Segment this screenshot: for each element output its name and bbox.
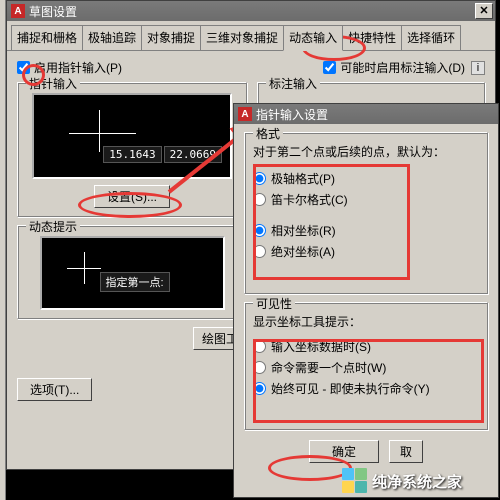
tab-3d-object-snap[interactable]: 三维对象捕捉 bbox=[200, 25, 284, 50]
close-icon[interactable]: ✕ bbox=[475, 3, 493, 19]
titlebar-main: A 草图设置 ✕ bbox=[7, 1, 495, 21]
info-icon[interactable]: i bbox=[471, 61, 485, 75]
watermark-text: 纯净系统之家 bbox=[372, 471, 462, 492]
radio-always[interactable]: 始终可见 - 即使未执行命令(Y) bbox=[253, 380, 479, 397]
ok-button[interactable]: 确定 bbox=[309, 440, 379, 463]
coord-y: 22.0669 bbox=[164, 146, 222, 163]
visibility-group: 可见性 显示坐标工具提示： 输入坐标数据时(S) 命令需要一个点时(W) 始终可… bbox=[244, 302, 488, 430]
app-icon: A bbox=[11, 4, 25, 18]
pointer-input-legend: 指针输入 bbox=[26, 75, 80, 92]
tab-snap-grid[interactable]: 捕捉和栅格 bbox=[11, 25, 83, 50]
pointer-input-settings-button[interactable]: 设置(S)... bbox=[94, 185, 170, 208]
tab-polar-tracking[interactable]: 极轴追踪 bbox=[82, 25, 142, 50]
dim-input-legend: 标注输入 bbox=[266, 75, 320, 92]
radio-cartesian[interactable]: 笛卡尔格式(C) bbox=[253, 191, 479, 208]
app-icon: A bbox=[238, 107, 252, 121]
radio-polar[interactable]: 极轴格式(P) bbox=[253, 170, 479, 187]
pointer-settings-pane: 格式 对于第二个点或后续的点，默认为： 极轴格式(P) 笛卡尔格式(C) 相对坐… bbox=[234, 124, 498, 473]
tab-selection-cycling[interactable]: 选择循环 bbox=[401, 25, 461, 50]
options-button[interactable]: 选项(T)... bbox=[17, 378, 92, 401]
pointer-input-group: 指针输入 15.1643 22.0669 设置(S)... bbox=[17, 82, 247, 217]
pointer-input-settings-dialog: A 指针输入设置 格式 对于第二个点或后续的点，默认为： 极轴格式(P) 笛卡尔… bbox=[233, 103, 499, 498]
watermark: 纯净系统之家 bbox=[342, 468, 462, 494]
enable-dim-input-check[interactable]: 可能时启用标注输入(D) i bbox=[323, 59, 485, 76]
enable-pointer-input-label: 启用指针输入(P) bbox=[34, 59, 122, 76]
radio-on-data[interactable]: 输入坐标数据时(S) bbox=[253, 338, 479, 355]
radio-absolute[interactable]: 绝对坐标(A) bbox=[253, 243, 479, 260]
enable-pointer-input-check[interactable]: 启用指针输入(P) bbox=[17, 59, 122, 76]
tab-object-snap[interactable]: 对象捕捉 bbox=[141, 25, 201, 50]
tabstrip: 捕捉和栅格 极轴追踪 对象捕捉 三维对象捕捉 动态输入 快捷特性 选择循环 bbox=[7, 21, 495, 51]
visibility-caption: 显示坐标工具提示： bbox=[253, 313, 479, 330]
sub-window-title: 指针输入设置 bbox=[256, 106, 496, 123]
radio-relative[interactable]: 相对坐标(R) bbox=[253, 222, 479, 239]
dynamic-prompt-preview: 指定第一点: bbox=[40, 236, 225, 310]
enable-dim-input-label: 可能时启用标注输入(D) bbox=[340, 59, 465, 76]
tab-dynamic-input[interactable]: 动态输入 bbox=[283, 25, 343, 51]
tab-quick-properties[interactable]: 快捷特性 bbox=[342, 25, 402, 50]
enable-pointer-input-checkbox[interactable] bbox=[17, 61, 30, 74]
titlebar-sub: A 指针输入设置 bbox=[234, 104, 498, 124]
window-title: 草图设置 bbox=[29, 3, 475, 20]
cancel-button[interactable]: 取 bbox=[389, 440, 423, 463]
dynamic-prompt-legend: 动态提示 bbox=[26, 218, 80, 235]
watermark-logo-icon bbox=[342, 468, 368, 494]
visibility-legend: 可见性 bbox=[253, 295, 295, 312]
dynamic-prompt-group: 动态提示 指定第一点: bbox=[17, 225, 247, 319]
pointer-input-preview: 15.1643 22.0669 bbox=[32, 93, 232, 179]
format-legend: 格式 bbox=[253, 125, 283, 142]
format-caption: 对于第二个点或后续的点，默认为： bbox=[253, 143, 479, 160]
enable-dim-input-checkbox[interactable] bbox=[323, 61, 336, 74]
format-group: 格式 对于第二个点或后续的点，默认为： 极轴格式(P) 笛卡尔格式(C) 相对坐… bbox=[244, 132, 488, 294]
radio-on-need[interactable]: 命令需要一个点时(W) bbox=[253, 359, 479, 376]
dynamic-prompt-text: 指定第一点: bbox=[100, 272, 170, 292]
coord-x: 15.1643 bbox=[103, 146, 161, 163]
